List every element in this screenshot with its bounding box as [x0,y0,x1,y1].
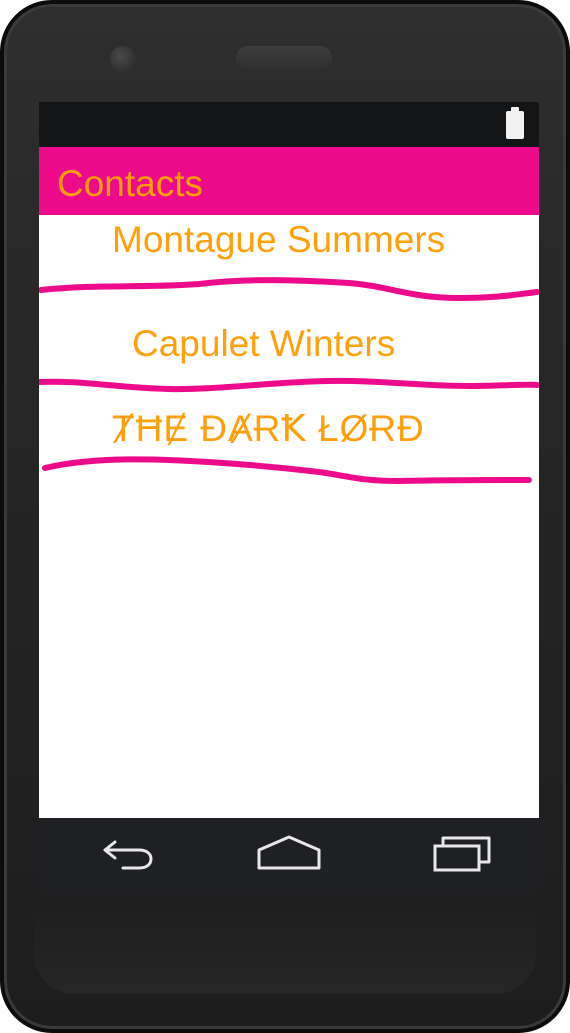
contact-item[interactable]: ȾĦɆ ĐȺɌꝀ ŁØɌĐ [112,408,425,450]
status-bar [39,102,539,147]
recents-icon [433,836,491,872]
back-button[interactable] [93,832,163,878]
front-camera [110,46,136,72]
screen: Contacts Montague Summers Capulet Winter… [39,102,539,892]
app-bar: Contacts [39,147,539,215]
contact-item[interactable]: Capulet Winters [132,323,395,365]
app-title: Contacts [57,163,204,204]
home-icon [257,835,321,870]
earpiece-speaker [236,46,332,70]
phone-frame: Contacts Montague Summers Capulet Winter… [0,0,570,1033]
back-arrow-icon [103,840,153,870]
recents-button[interactable] [425,832,495,878]
contact-list: Montague Summers Capulet Winters ȾĦɆ ĐȺɌ… [39,215,539,815]
phone-shine [34,904,536,994]
contact-item[interactable]: Montague Summers [112,219,445,261]
battery-body [506,111,524,139]
battery-full-icon [506,107,524,139]
navigation-bar [39,818,539,892]
home-button[interactable] [254,832,324,878]
